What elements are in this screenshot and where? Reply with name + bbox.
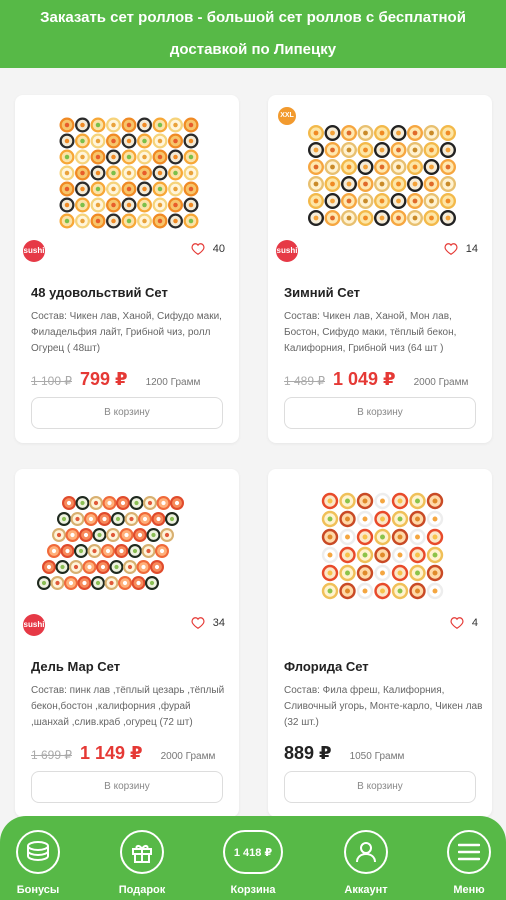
page-title: Заказать сет роллов - большой сет роллов… <box>40 9 466 58</box>
product-weight: 1050 Грамм <box>349 751 405 762</box>
price-row: 1 100 ₽ 799 ₽ 1200 Грамм <box>31 369 200 390</box>
product-card[interactable]: sushi 34 Дель Мар Сет Состав: пинк лав ,… <box>15 469 239 817</box>
sushi-set-image <box>321 492 444 600</box>
old-price: 1 489 ₽ <box>284 374 325 388</box>
current-price: 1 149 ₽ <box>80 743 143 763</box>
like-count: 40 <box>212 243 225 255</box>
sushi-set-image <box>59 117 199 229</box>
add-to-cart-button[interactable]: В корзину <box>31 771 223 803</box>
current-price: 799 ₽ <box>80 369 128 389</box>
product-weight: 2000 Грамм <box>413 377 469 388</box>
coins-icon <box>16 830 60 874</box>
heart-icon <box>191 243 205 255</box>
sushi-set-image <box>37 496 184 590</box>
add-to-cart-button[interactable]: В корзину <box>284 397 476 429</box>
like-button[interactable]: 40 <box>187 231 229 267</box>
nav-bonuses-label: Бонусы <box>16 884 60 896</box>
like-button[interactable]: 4 <box>440 605 482 641</box>
nav-gift[interactable]: Подарок <box>97 830 187 896</box>
heart-icon <box>191 617 205 629</box>
like-button[interactable]: 34 <box>187 605 229 641</box>
page-header: Заказать сет роллов - большой сет роллов… <box>0 0 506 68</box>
price-row: 1 489 ₽ 1 049 ₽ 2000 Грамм <box>284 369 468 390</box>
old-price: 1 100 ₽ <box>31 374 72 388</box>
current-price: 889 ₽ <box>284 743 332 763</box>
product-title[interactable]: Дель Мар Сет <box>31 659 120 674</box>
current-price: 1 049 ₽ <box>333 369 396 389</box>
menu-icon <box>447 830 491 874</box>
product-weight: 1200 Грамм <box>145 377 201 388</box>
gift-icon <box>120 830 164 874</box>
price-row: 889 ₽ 1050 Грамм <box>284 743 404 764</box>
product-description: Состав: Чикен лав, Ханой, Сифудо маки, Ф… <box>31 311 222 354</box>
nav-account-label: Аккаунт <box>344 884 388 896</box>
product-card[interactable]: 4 Флорида Сет Состав: Фила фреш, Калифор… <box>268 469 492 817</box>
bottom-navigation: Бонусы Подарок 1 418 ₽ Корзина Аккаунт М… <box>0 816 506 900</box>
product-title[interactable]: 48 удовольствий Сет <box>31 285 168 300</box>
nav-account[interactable]: Аккаунт <box>321 830 411 896</box>
heart-icon <box>444 243 458 255</box>
nav-menu-label: Меню <box>453 884 485 896</box>
nav-menu[interactable]: Меню <box>424 830 506 896</box>
price-row: 1 699 ₽ 1 149 ₽ 2000 Грамм <box>31 743 215 764</box>
like-button[interactable]: 14 <box>440 231 482 267</box>
brand-badge: sushi <box>23 614 45 636</box>
cart-total-badge: 1 418 ₽ <box>223 830 283 874</box>
add-to-cart-button[interactable]: В корзину <box>284 771 476 803</box>
nav-cart[interactable]: 1 418 ₽ Корзина <box>208 830 298 896</box>
nav-gift-label: Подарок <box>118 884 166 896</box>
like-count: 4 <box>471 617 478 629</box>
nav-cart-label: Корзина <box>230 884 276 896</box>
user-icon <box>344 830 388 874</box>
like-count: 34 <box>212 617 225 629</box>
product-description: Состав: Чикен лав, Ханой, Мон лав, Босто… <box>284 311 457 354</box>
old-price: 1 699 ₽ <box>31 748 72 762</box>
product-title[interactable]: Зимний Сет <box>284 285 360 300</box>
product-description: Состав: Фила фреш, Калифорния, Сливочный… <box>284 685 483 728</box>
product-title[interactable]: Флорида Сет <box>284 659 369 674</box>
cart-total: 1 418 ₽ <box>233 846 273 859</box>
xxl-badge: XXL <box>278 107 296 125</box>
heart-icon <box>450 617 464 629</box>
product-card[interactable]: XXL sushi 14 Зимний Сет Состав: Чикен ла… <box>268 95 492 443</box>
product-weight: 2000 Грамм <box>160 751 216 762</box>
brand-badge: sushi <box>276 240 298 262</box>
like-count: 14 <box>465 243 478 255</box>
add-to-cart-button[interactable]: В корзину <box>31 397 223 429</box>
nav-bonuses[interactable]: Бонусы <box>0 830 83 896</box>
sushi-set-image <box>308 125 456 226</box>
product-description: Состав: пинк лав ,тёплый цезарь ,тёплый … <box>31 685 225 728</box>
brand-badge: sushi <box>23 240 45 262</box>
product-card[interactable]: sushi 40 48 удовольствий Сет Состав: Чик… <box>15 95 239 443</box>
